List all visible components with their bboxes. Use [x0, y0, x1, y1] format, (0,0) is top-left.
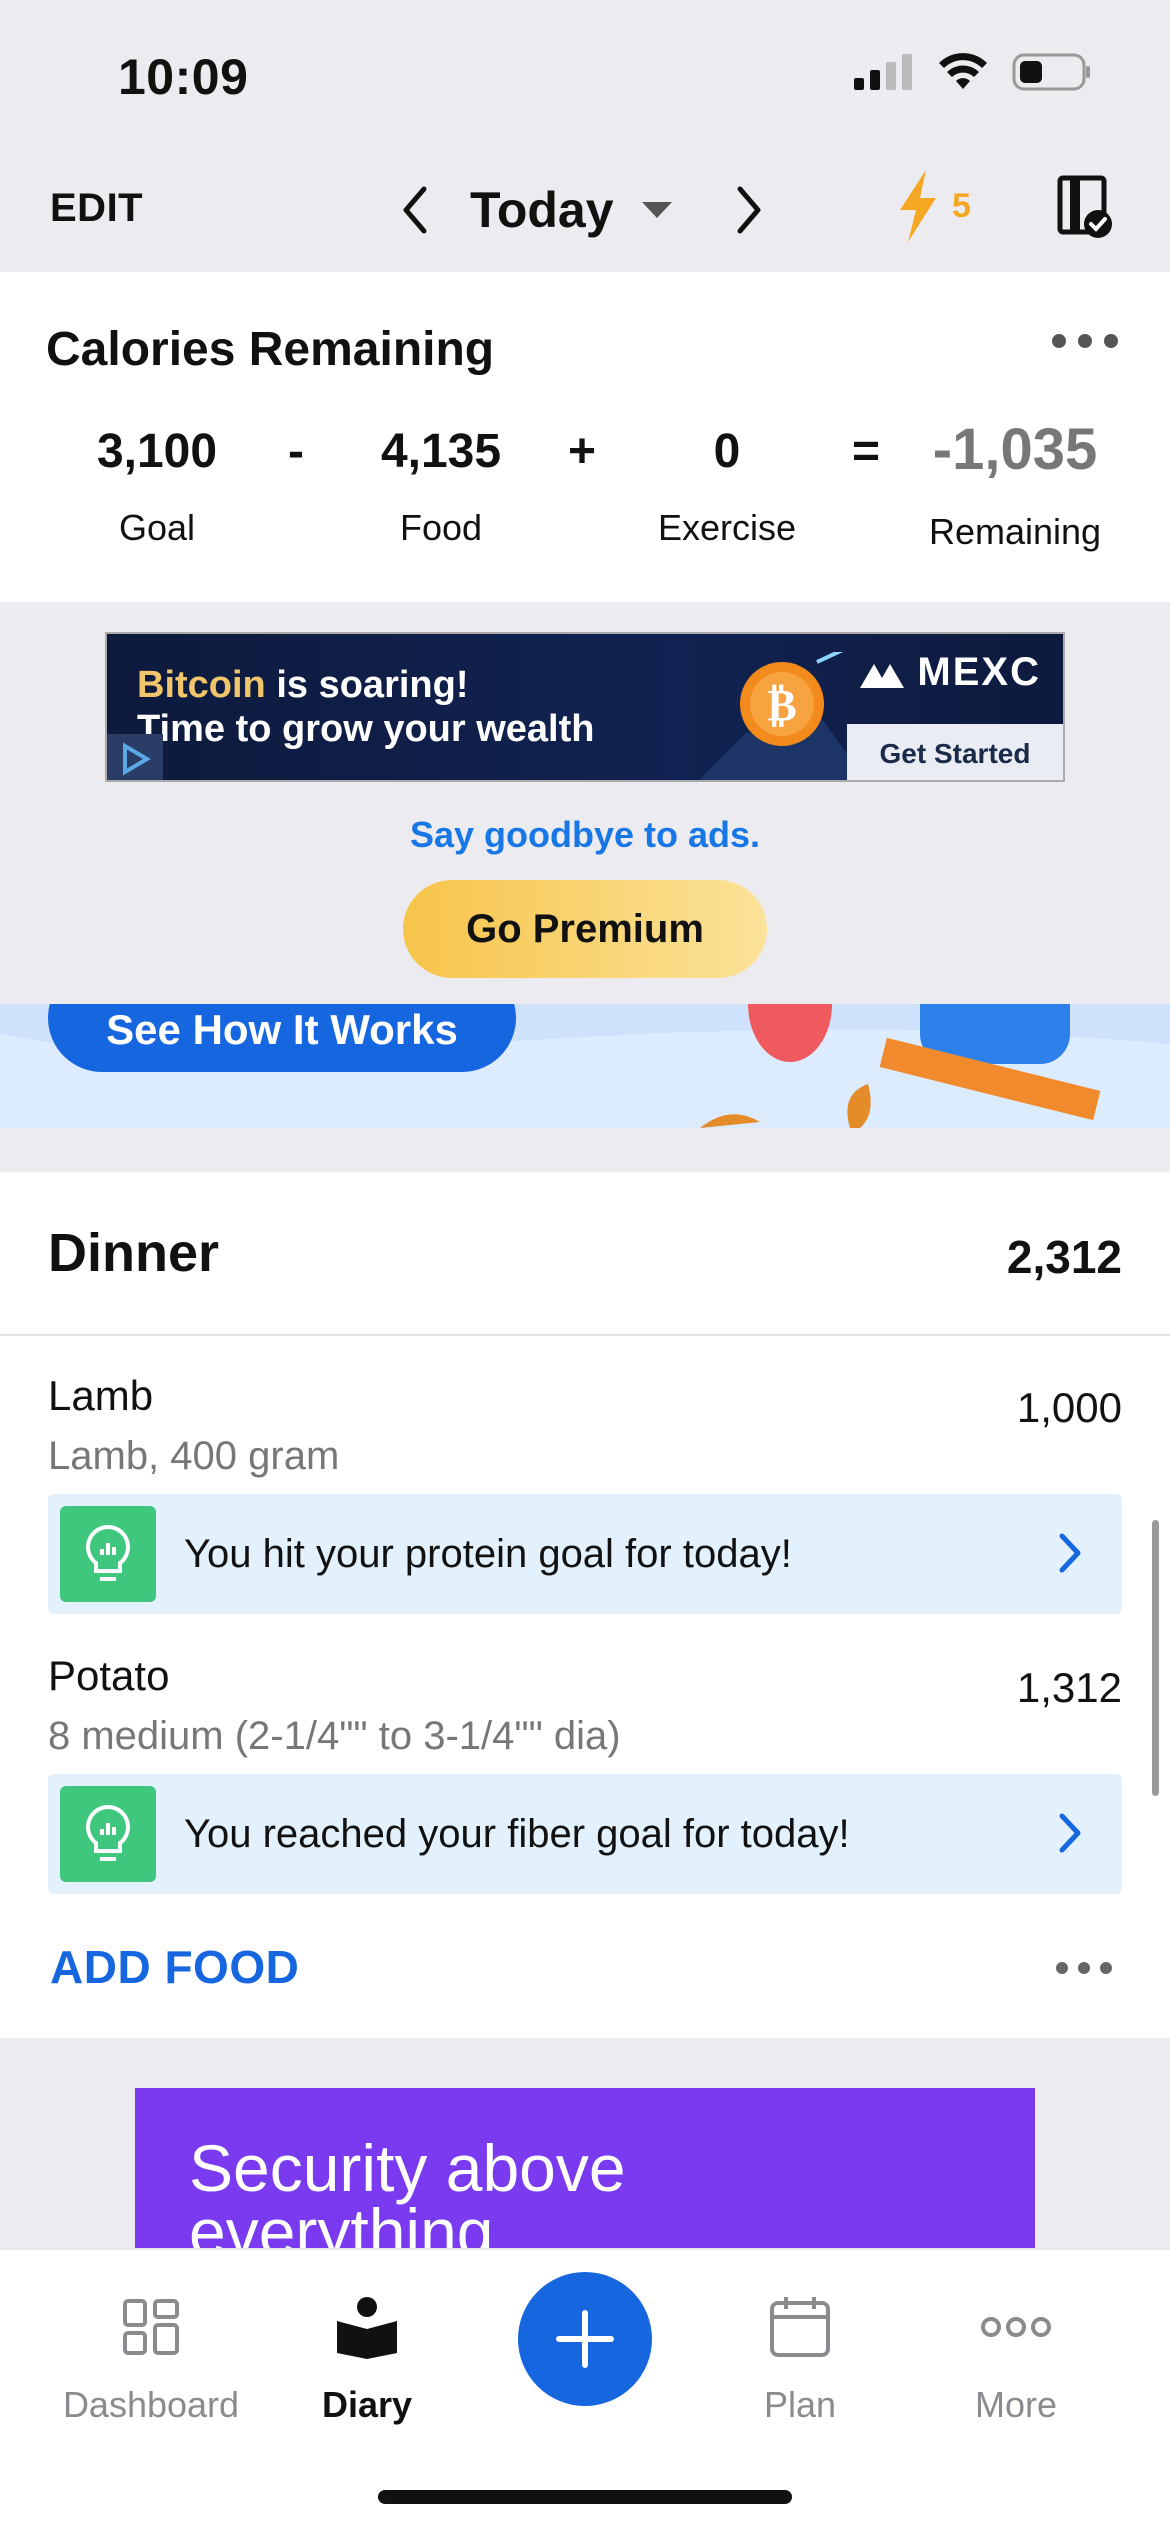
food-item-description[interactable]: 8 medium (2-1/4"" to 3-1/4"" dia) — [48, 1714, 621, 1759]
goal-column: 3,100 Goal — [47, 424, 267, 549]
mexc-logo-icon — [860, 664, 905, 689]
fiber-insight-banner[interactable]: You reached your fiber goal for today! — [48, 1774, 1122, 1894]
ad-brand-text: MEXC — [917, 650, 1041, 694]
diary-book-icon — [252, 2290, 482, 2364]
premium-book-check-icon — [1057, 175, 1112, 238]
plus-icon — [556, 2310, 614, 2368]
plus-operator: + — [568, 425, 597, 478]
ad-headline-rest: is soaring! — [265, 664, 469, 706]
streak-count: 5 — [952, 186, 971, 225]
edit-button[interactable]: EDIT — [50, 186, 143, 231]
tab-diary[interactable]: Diary — [252, 2250, 482, 2426]
chevron-left-icon[interactable] — [400, 185, 430, 235]
tab-label: Diary — [321, 2384, 413, 2425]
ad-banner[interactable]: Bitcoin is soaring! Time to grow your we… — [105, 632, 1065, 782]
insight-text: You hit your protein goal for today! — [184, 1531, 792, 1576]
chevron-right-icon — [1059, 1533, 1081, 1573]
lightning-icon — [900, 170, 936, 242]
divider — [0, 1334, 1170, 1336]
meal-title: Dinner — [48, 1223, 220, 1283]
remaining-column: -1,035 Remaining — [900, 417, 1130, 553]
go-premium-button[interactable]: Go Premium — [403, 880, 767, 978]
date-navigation: Today — [400, 170, 764, 250]
remaining-label: Remaining — [928, 511, 1102, 552]
ad-choices-icon[interactable] — [107, 734, 163, 782]
meal-total-calories: 2,312 — [1006, 1231, 1122, 1283]
equals-operator: = — [852, 425, 881, 478]
ad-get-started-button[interactable]: Get Started — [847, 724, 1063, 780]
food-item-name[interactable]: Potato — [48, 1652, 169, 1700]
dashboard-grid-icon — [36, 2290, 266, 2364]
chevron-right-icon[interactable] — [734, 185, 764, 235]
protein-insight-banner[interactable]: You hit your protein goal for today! — [48, 1494, 1122, 1614]
home-indicator[interactable] — [378, 2490, 792, 2504]
more-options-icon[interactable] — [1052, 334, 1118, 348]
premium-icon[interactable] — [1056, 174, 1116, 245]
promo-banner[interactable]: See How It Works — [0, 1004, 1170, 1128]
calories-remaining-card[interactable]: Calories Remaining 3,100 Goal - 4,135 Fo… — [0, 272, 1170, 602]
status-time: 10:09 — [118, 49, 249, 105]
food-value: 4,135 — [380, 425, 502, 478]
food-item-description[interactable]: Lamb, 400 gram — [48, 1434, 339, 1479]
more-dots-icon — [901, 2290, 1131, 2364]
insight-text: You reached your fiber goal for today! — [184, 1811, 850, 1856]
signal-icon — [854, 54, 912, 90]
exercise-column: 0 Exercise — [617, 424, 837, 549]
scrollbar[interactable] — [1152, 1520, 1159, 1796]
streak-badge[interactable]: 5 — [896, 170, 971, 242]
ad-headline: Bitcoin is soaring! — [137, 664, 469, 707]
svg-text:₿: ₿ — [767, 680, 796, 731]
dinner-section: Dinner 2,312 Lamb 1,000 Lamb, 400 gram Y… — [0, 1172, 1170, 2038]
calories-title: Calories Remaining — [46, 323, 495, 376]
tab-plan[interactable]: Plan — [685, 2250, 915, 2426]
more-options-icon[interactable] — [1056, 1962, 1112, 1974]
chevron-right-icon — [1059, 1813, 1081, 1853]
caret-down-icon[interactable] — [640, 200, 674, 220]
bitcoin-coin-icon: ₿ — [699, 652, 866, 780]
minus-operator: - — [288, 425, 304, 478]
see-how-it-works-button[interactable]: See How It Works — [48, 1004, 516, 1072]
food-column: 4,135 Food — [331, 424, 551, 549]
tab-label: More — [974, 2384, 1058, 2425]
date-label[interactable]: Today — [470, 181, 614, 239]
status-icons — [854, 52, 1092, 92]
bottom-ad-banner[interactable]: Security above everything — [135, 2088, 1035, 2248]
food-item-name[interactable]: Lamb — [48, 1372, 153, 1420]
food-item-calories[interactable]: 1,312 — [1017, 1664, 1122, 1712]
add-entry-button[interactable] — [518, 2272, 652, 2406]
calendar-icon — [685, 2290, 915, 2364]
ad-headline-highlight: Bitcoin — [137, 664, 266, 706]
goal-label: Goal — [118, 507, 196, 548]
tab-more[interactable]: More — [901, 2250, 1131, 2426]
lightbulb-icon — [60, 1786, 156, 1882]
remove-ads-link[interactable]: Say goodbye to ads. — [0, 814, 1170, 856]
tab-label: Plan — [763, 2384, 837, 2425]
food-item-calories[interactable]: 1,000 — [1017, 1384, 1122, 1432]
food-illustration-icon — [700, 1004, 1101, 1128]
battery-icon — [1012, 53, 1090, 91]
tab-label: Dashboard — [62, 2384, 240, 2425]
ad-brand-logo: MEXC — [860, 650, 1041, 695]
remaining-value: -1,035 — [932, 417, 1098, 482]
bottom-ad-text: Security above everything — [189, 2131, 626, 2248]
exercise-label: Exercise — [657, 507, 797, 548]
exercise-value: 0 — [713, 425, 741, 478]
add-food-button[interactable]: ADD FOOD — [50, 1940, 299, 1994]
goal-value: 3,100 — [96, 425, 218, 478]
food-label: Food — [399, 507, 483, 548]
tab-dashboard[interactable]: Dashboard — [36, 2250, 266, 2426]
lightbulb-icon — [60, 1506, 156, 1602]
ad-subline: Time to grow your wealth — [137, 708, 595, 750]
wifi-icon — [939, 53, 987, 89]
